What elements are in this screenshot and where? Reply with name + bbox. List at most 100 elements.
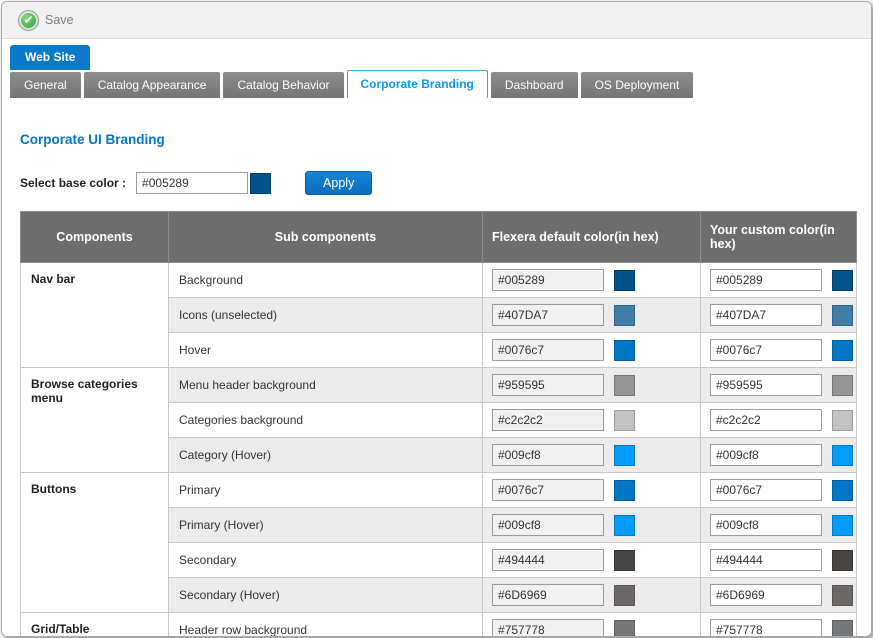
custom-color-swatch[interactable] [832, 410, 853, 431]
custom-color-swatch[interactable] [832, 515, 853, 536]
component-cell: Browse categories menu [21, 368, 169, 473]
custom-color-swatch[interactable] [832, 340, 853, 361]
default-hex-input [492, 584, 604, 606]
col-header-components: Components [21, 212, 169, 263]
custom-color-cell [701, 368, 857, 403]
custom-color-cell [701, 333, 857, 368]
sub-component-cell: Background [169, 263, 483, 298]
custom-hex-input[interactable] [710, 409, 822, 431]
custom-color-swatch[interactable] [832, 445, 853, 466]
custom-hex-input[interactable] [710, 304, 822, 326]
col-header-sub-components: Sub components [169, 212, 483, 263]
custom-color-cell [701, 263, 857, 298]
default-color-swatch [614, 410, 635, 431]
custom-color-swatch[interactable] [832, 375, 853, 396]
tab-catalog-behavior[interactable]: Catalog Behavior [223, 72, 343, 98]
table-row: Grid/TableHeader row background [21, 613, 857, 638]
default-color-cell [483, 578, 701, 613]
default-color-cell [483, 333, 701, 368]
custom-hex-input[interactable] [710, 514, 822, 536]
sub-component-cell: Icons (unselected) [169, 298, 483, 333]
sub-component-cell: Primary (Hover) [169, 508, 483, 543]
custom-color-swatch[interactable] [832, 550, 853, 571]
custom-hex-input[interactable] [710, 444, 822, 466]
sub-component-cell: Secondary (Hover) [169, 578, 483, 613]
default-color-cell [483, 543, 701, 578]
col-header-default-color: Flexera default color(in hex) [483, 212, 701, 263]
col-header-custom-color: Your custom color(in hex) [701, 212, 857, 263]
default-hex-input [492, 619, 604, 637]
sub-component-cell: Secondary [169, 543, 483, 578]
component-cell: Grid/Table [21, 613, 169, 638]
custom-color-swatch[interactable] [832, 620, 853, 637]
table-row: ButtonsPrimary [21, 473, 857, 508]
apply-button[interactable]: Apply [305, 171, 372, 195]
branding-table-header: Components Sub components Flexera defaul… [21, 212, 857, 263]
sub-component-cell: Hover [169, 333, 483, 368]
default-color-swatch [614, 620, 635, 637]
default-color-cell [483, 613, 701, 638]
custom-color-swatch[interactable] [832, 480, 853, 501]
custom-hex-input[interactable] [710, 269, 822, 291]
secondary-tabbar: GeneralCatalog AppearanceCatalog Behavio… [2, 70, 871, 98]
tab-web-site[interactable]: Web Site [10, 45, 90, 70]
default-color-swatch [614, 480, 635, 501]
tab-general[interactable]: General [10, 72, 81, 98]
tab-os-deployment[interactable]: OS Deployment [581, 72, 694, 98]
custom-hex-input[interactable] [710, 374, 822, 396]
table-row: Nav barBackground [21, 263, 857, 298]
save-label: Save [45, 13, 74, 27]
default-hex-input [492, 304, 604, 326]
custom-color-cell [701, 613, 857, 638]
branding-table: Components Sub components Flexera defaul… [20, 211, 857, 637]
custom-color-swatch[interactable] [832, 270, 853, 291]
sub-component-cell: Menu header background [169, 368, 483, 403]
custom-color-cell [701, 578, 857, 613]
sub-component-cell: Categories background [169, 403, 483, 438]
default-color-cell [483, 438, 701, 473]
default-color-swatch [614, 585, 635, 606]
custom-hex-input[interactable] [710, 619, 822, 637]
custom-color-cell [701, 473, 857, 508]
custom-hex-input[interactable] [710, 339, 822, 361]
primary-tabbar: Web Site [2, 39, 871, 70]
content: Corporate UI Branding Select base color … [2, 132, 871, 637]
default-hex-input [492, 269, 604, 291]
default-hex-input [492, 444, 604, 466]
custom-hex-input[interactable] [710, 479, 822, 501]
base-color-input[interactable] [136, 172, 248, 194]
default-hex-input [492, 339, 604, 361]
table-row: Browse categories menuMenu header backgr… [21, 368, 857, 403]
toolbar: ✔ Save [2, 2, 871, 39]
tab-corporate-branding[interactable]: Corporate Branding [347, 70, 488, 98]
corporate-branding-window: ✔ Save Web Site GeneralCatalog Appearanc… [1, 1, 872, 637]
default-color-swatch [614, 445, 635, 466]
default-hex-input [492, 514, 604, 536]
base-color-row: Select base color : Apply [20, 171, 871, 195]
component-cell: Buttons [21, 473, 169, 613]
default-color-cell [483, 508, 701, 543]
default-color-cell [483, 403, 701, 438]
custom-hex-input[interactable] [710, 549, 822, 571]
custom-color-cell [701, 403, 857, 438]
default-hex-input [492, 479, 604, 501]
custom-color-cell [701, 543, 857, 578]
default-hex-input [492, 409, 604, 431]
default-color-cell [483, 298, 701, 333]
default-color-swatch [614, 305, 635, 326]
base-color-swatch[interactable] [250, 173, 271, 194]
custom-color-swatch[interactable] [832, 585, 853, 606]
default-color-swatch [614, 550, 635, 571]
custom-color-cell [701, 438, 857, 473]
sub-component-cell: Header row background [169, 613, 483, 638]
tab-catalog-appearance[interactable]: Catalog Appearance [84, 72, 221, 98]
base-color-label: Select base color : [20, 176, 126, 190]
tab-dashboard[interactable]: Dashboard [491, 72, 578, 98]
custom-color-swatch[interactable] [832, 305, 853, 326]
save-button[interactable]: ✔ Save [18, 10, 74, 31]
default-color-cell [483, 263, 701, 298]
sub-component-cell: Category (Hover) [169, 438, 483, 473]
custom-color-cell [701, 508, 857, 543]
custom-hex-input[interactable] [710, 584, 822, 606]
default-color-swatch [614, 515, 635, 536]
